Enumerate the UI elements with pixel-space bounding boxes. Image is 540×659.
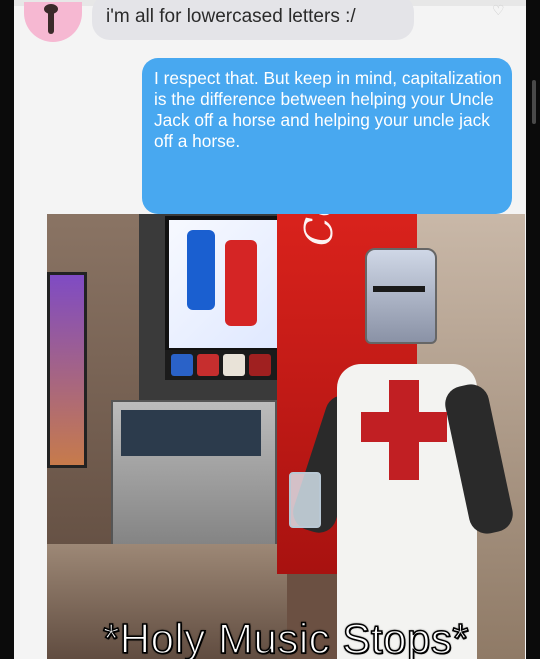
avatar[interactable] (24, 2, 82, 42)
helmet-visor (373, 286, 425, 292)
meme-caption: *Holy Music Stops* (102, 614, 470, 659)
drink-tile (249, 354, 271, 376)
blue-cup-graphic (187, 230, 215, 310)
scrollbar[interactable] (532, 80, 536, 124)
avatar-figure (44, 4, 58, 34)
drink-tiles (165, 350, 277, 380)
red-cross-horizontal (361, 412, 447, 442)
chat-screen: i'm all for lowercased letters :/ ♡ I re… (14, 0, 526, 659)
outgoing-message-bubble[interactable]: I respect that. But keep in mind, capita… (142, 58, 512, 214)
plastic-cup (289, 472, 321, 528)
incoming-message-text: i'm all for lowercased letters :/ (106, 6, 356, 27)
soda-nozzles (121, 410, 261, 456)
red-cup-graphic (225, 240, 257, 326)
incoming-message-bubble[interactable]: i'm all for lowercased letters :/ (92, 0, 414, 40)
heart-outline-icon[interactable]: ♡ (492, 2, 510, 18)
crusader-helmet (365, 248, 437, 344)
drink-tile (171, 354, 193, 376)
drink-tile (223, 354, 245, 376)
outgoing-message-text: I respect that. But keep in mind, capita… (154, 68, 502, 151)
menu-screen (47, 272, 87, 468)
meme-image[interactable]: Coca-Cola *Holy Music Stops* (47, 214, 525, 659)
drink-tile (197, 354, 219, 376)
coke-logo: Coca-Cola (297, 214, 341, 246)
